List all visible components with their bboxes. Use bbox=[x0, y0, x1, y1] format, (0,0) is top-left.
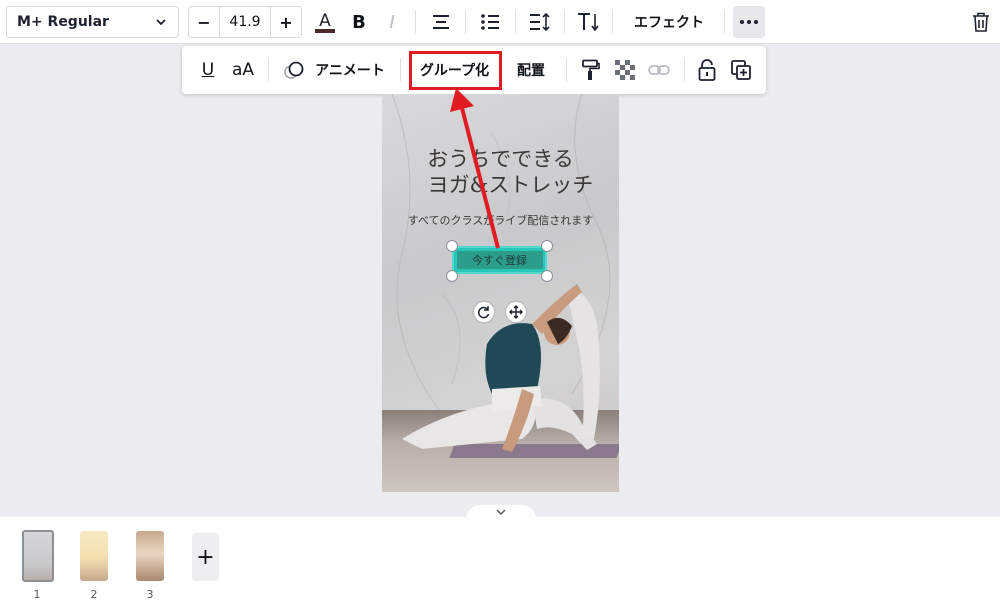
thumbnail-preview bbox=[80, 531, 108, 581]
design-page[interactable]: おうちでできる ヨガ&ストレッチ すべてのクラスがライブ配信されます 今すぐ登録 bbox=[382, 94, 619, 492]
resize-handle-bottom-right[interactable] bbox=[541, 270, 553, 282]
trash-icon bbox=[973, 12, 989, 32]
more-options-button[interactable] bbox=[733, 6, 765, 38]
divider bbox=[724, 10, 725, 34]
font-size-control: − 41.9 + bbox=[188, 6, 302, 38]
underline-button[interactable]: U bbox=[196, 46, 220, 94]
duplicate-icon bbox=[731, 60, 751, 80]
title-line-1: おうちでできる bbox=[427, 147, 574, 171]
delete-button[interactable] bbox=[965, 6, 997, 38]
divider bbox=[465, 10, 466, 34]
register-now-label: 今すぐ登録 bbox=[456, 251, 543, 269]
move-handle[interactable] bbox=[506, 302, 526, 322]
page-number: 3 bbox=[146, 588, 154, 601]
divider bbox=[612, 10, 613, 34]
effects-button[interactable]: エフェクト bbox=[620, 6, 718, 38]
duplicate-button[interactable] bbox=[728, 46, 754, 94]
copy-style-button[interactable] bbox=[578, 46, 604, 94]
bullet-list-icon bbox=[481, 14, 499, 30]
unlock-icon bbox=[698, 59, 716, 81]
position-button[interactable]: 配置 bbox=[508, 46, 554, 94]
page-subtitle[interactable]: すべてのクラスがライブ配信されます bbox=[382, 212, 619, 228]
transparency-icon bbox=[615, 60, 635, 80]
rotate-handle[interactable] bbox=[474, 302, 494, 322]
link-button[interactable] bbox=[646, 46, 672, 94]
page-number: 2 bbox=[90, 588, 98, 601]
divider bbox=[268, 58, 269, 82]
align-center-icon bbox=[433, 15, 449, 29]
text-color-icon: A bbox=[315, 11, 335, 33]
page-thumbnail-1[interactable] bbox=[22, 530, 54, 582]
divider bbox=[566, 58, 567, 82]
text-color-button[interactable]: A bbox=[309, 6, 341, 38]
letter-case-button[interactable]: aA bbox=[228, 46, 258, 94]
add-page-button[interactable]: + bbox=[192, 533, 219, 581]
page-number: 1 bbox=[33, 588, 41, 601]
page-thumbnail-2[interactable] bbox=[80, 531, 108, 581]
divider bbox=[515, 10, 516, 34]
resize-handle-top-left[interactable] bbox=[446, 240, 458, 252]
title-line-2: ヨガ&ストレッチ bbox=[427, 173, 594, 197]
group-button-highlight bbox=[409, 51, 502, 90]
divider bbox=[684, 58, 685, 82]
resize-handle-top-right[interactable] bbox=[541, 240, 553, 252]
line-spacing-icon bbox=[530, 12, 550, 32]
increase-size-button[interactable]: + bbox=[271, 7, 301, 37]
animate-label: アニメート bbox=[315, 63, 385, 79]
move-icon bbox=[509, 305, 523, 319]
bullet-list-button[interactable] bbox=[474, 6, 506, 38]
chevron-down-icon bbox=[156, 19, 166, 26]
rotate-icon bbox=[477, 306, 490, 319]
top-toolbar: M+ Regular − 41.9 + A B I エフェクト bbox=[0, 0, 1000, 44]
page-thumbnail-3[interactable] bbox=[136, 531, 164, 581]
link-icon bbox=[648, 65, 670, 75]
italic-button[interactable]: I bbox=[376, 6, 408, 38]
divider bbox=[400, 58, 401, 82]
align-center-button[interactable] bbox=[425, 6, 457, 38]
vertical-text-icon bbox=[578, 13, 599, 32]
animate-icon bbox=[284, 61, 304, 79]
font-family-label: M+ Regular bbox=[17, 14, 109, 30]
lock-button[interactable] bbox=[694, 46, 720, 94]
divider bbox=[415, 10, 416, 34]
animate-button[interactable]: アニメート bbox=[280, 46, 388, 94]
resize-handle-bottom-left[interactable] bbox=[446, 270, 458, 282]
register-now-button[interactable]: 今すぐ登録 bbox=[452, 246, 547, 274]
font-family-select[interactable]: M+ Regular bbox=[6, 6, 179, 38]
thumbnail-preview bbox=[24, 532, 52, 580]
pages-strip: 1 2 3 + bbox=[0, 517, 1000, 610]
spacing-button[interactable] bbox=[523, 6, 555, 38]
font-size-input[interactable]: 41.9 bbox=[219, 7, 271, 37]
thumbnail-preview bbox=[136, 531, 164, 581]
paint-roller-icon bbox=[582, 59, 600, 80]
svg-text:A: A bbox=[319, 11, 331, 31]
transparency-button[interactable] bbox=[612, 46, 638, 94]
more-horizontal-icon bbox=[740, 20, 758, 24]
bold-button[interactable]: B bbox=[343, 6, 375, 38]
page-title[interactable]: おうちでできる ヨガ&ストレッチ bbox=[382, 146, 619, 198]
divider bbox=[564, 10, 565, 34]
chevron-down-icon bbox=[496, 509, 506, 515]
vertical-text-button[interactable] bbox=[572, 6, 604, 38]
decrease-size-button[interactable]: − bbox=[189, 7, 219, 37]
